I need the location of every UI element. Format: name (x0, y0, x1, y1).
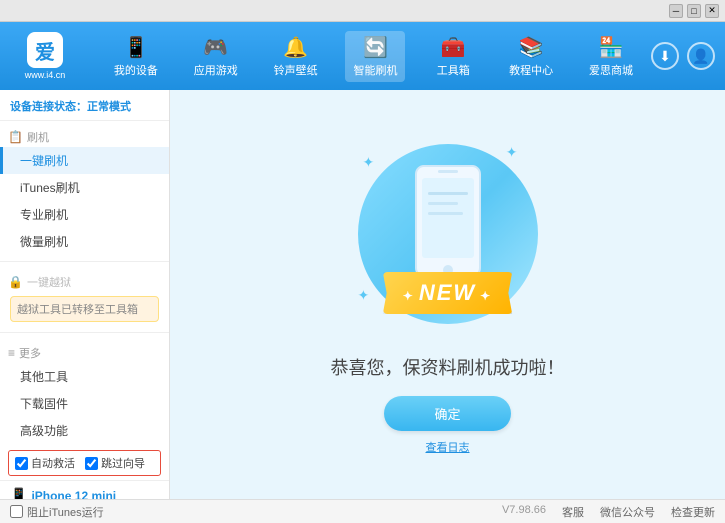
skip-wizard-label: 跳过向导 (101, 455, 145, 471)
ringtone-label: 铃声壁纸 (274, 62, 318, 78)
customer-service-link[interactable]: 客服 (562, 504, 584, 520)
my-device-icon: 📱 (123, 35, 148, 60)
sidebar-item-other-tools[interactable]: 其他工具 (0, 363, 169, 390)
sparkle-1: ✦ (363, 154, 375, 171)
main-nav: 📱 我的设备 🎮 应用游戏 🔔 铃声壁纸 🔄 智能刷机 🧰 工具箱 📚 教程中心… (96, 31, 651, 82)
logo-subtext: www.i4.cn (25, 70, 66, 80)
sidebar-item-pro-flash[interactable]: 专业刷机 (0, 201, 169, 228)
jailbreak-section-label: 一键越狱 (27, 274, 71, 290)
section-title-flash: 📋 刷机 (0, 127, 169, 147)
footer-left: 阻止iTunes运行 (10, 504, 486, 520)
sidebar-section-more: ≡ 更多 其他工具 下载固件 高级功能 (0, 337, 169, 446)
logo: 爱 www.i4.cn (10, 32, 80, 80)
sidebar-item-download-firmware[interactable]: 下载固件 (0, 390, 169, 417)
status-value: 正常模式 (87, 101, 131, 113)
checkbox-row: 自动救活 跳过向导 (8, 450, 161, 476)
sparkle-3: ✦ (358, 287, 370, 304)
confirm-button[interactable]: 确定 (384, 396, 510, 431)
nav-item-toolbox[interactable]: 🧰 工具箱 (425, 31, 481, 82)
tutorial-icon: 📚 (519, 35, 544, 60)
divider-2 (0, 332, 169, 333)
itunes-block-checkbox[interactable] (10, 505, 23, 518)
toolbox-icon: 🧰 (441, 35, 466, 60)
toolbox-label: 工具箱 (437, 62, 470, 78)
sidebar: 设备连接状态：正常模式 📋 刷机 一键刷机 iTunes刷机 专业刷机 微量刷机… (0, 90, 170, 499)
main-layout: 设备连接状态：正常模式 📋 刷机 一键刷机 iTunes刷机 专业刷机 微量刷机… (0, 90, 725, 499)
sidebar-section-jailbreak: 🔒 一键越狱 越狱工具已转移至工具箱 (0, 266, 169, 328)
secondary-link[interactable]: 查看日志 (426, 439, 470, 455)
itunes-status: 阻止iTunes运行 (27, 504, 104, 520)
title-bar: ─ □ ✕ (0, 0, 725, 22)
window-controls: ─ □ ✕ (669, 4, 719, 18)
header-right: ⬇ 👤 (651, 42, 715, 70)
download-button[interactable]: ⬇ (651, 42, 679, 70)
sidebar-item-one-click-flash[interactable]: 一键刷机 (0, 147, 169, 174)
more-section-label: 更多 (19, 345, 41, 361)
skip-wizard-checkbox[interactable] (85, 457, 98, 470)
smart-flash-label: 智能刷机 (353, 62, 397, 78)
minimize-button[interactable]: ─ (669, 4, 683, 18)
nav-item-my-device[interactable]: 📱 我的设备 (106, 31, 166, 82)
device-section: 📱 iPhone 12 mini 64GB Down-12mini-13,1 (0, 480, 169, 499)
store-icon: 🏪 (599, 35, 624, 60)
close-button[interactable]: ✕ (705, 4, 719, 18)
footer-right: V7.98.66 客服 微信公众号 检查更新 (502, 504, 715, 520)
new-badge: NEW (383, 272, 512, 314)
ringtone-icon: 🔔 (283, 35, 308, 60)
store-label: 爱思商城 (589, 62, 633, 78)
section-title-more: ≡ 更多 (0, 343, 169, 363)
app-game-label: 应用游戏 (194, 62, 238, 78)
nav-item-ringtone[interactable]: 🔔 铃声壁纸 (266, 31, 326, 82)
auto-rescue-label: 自动救活 (31, 455, 75, 471)
nav-item-app-game[interactable]: 🎮 应用游戏 (186, 31, 246, 82)
phone-icon: 📱 (10, 487, 27, 499)
skip-wizard-checkbox-label[interactable]: 跳过向导 (85, 455, 145, 471)
auto-rescue-checkbox[interactable] (15, 457, 28, 470)
logo-symbol: 爱 (35, 36, 55, 65)
status-label: 设备连接状态： (10, 101, 87, 113)
app-game-icon: 🎮 (203, 35, 228, 60)
success-graphic: ✦ ✦ ✦ NEW (348, 134, 548, 334)
nav-item-store[interactable]: 🏪 爱思商城 (581, 31, 641, 82)
nav-item-tutorial[interactable]: 📚 教程中心 (501, 31, 561, 82)
divider-1 (0, 261, 169, 262)
header: 爱 www.i4.cn 📱 我的设备 🎮 应用游戏 🔔 铃声壁纸 🔄 智能刷机 … (0, 22, 725, 90)
sidebar-item-micro-flash[interactable]: 微量刷机 (0, 228, 169, 255)
more-icon: ≡ (8, 346, 15, 360)
sparkle-2: ✦ (506, 144, 518, 161)
section-title-jailbreak: 🔒 一键越狱 (0, 272, 169, 292)
jailbreak-notice: 越狱工具已转移至工具箱 (10, 296, 159, 322)
success-message: 恭喜您，保资料刷机成功啦！ (331, 354, 565, 380)
lock-icon: 🔒 (8, 275, 23, 289)
wechat-link[interactable]: 微信公众号 (600, 504, 655, 520)
sidebar-section-flash: 📋 刷机 一键刷机 iTunes刷机 专业刷机 微量刷机 (0, 121, 169, 257)
flash-section-label: 刷机 (27, 129, 49, 145)
version: V7.98.66 (502, 504, 546, 520)
user-button[interactable]: 👤 (687, 42, 715, 70)
smart-flash-icon: 🔄 (363, 35, 388, 60)
flash-section-icon: 📋 (8, 130, 23, 144)
status-bar: 设备连接状态：正常模式 (0, 94, 169, 121)
sidebar-item-itunes-flash[interactable]: iTunes刷机 (0, 174, 169, 201)
auto-rescue-checkbox-label[interactable]: 自动救活 (15, 455, 75, 471)
content-area: ✦ ✦ ✦ NEW 恭喜您，保资料刷机成功啦！ 确定 查看日志 (170, 90, 725, 499)
nav-item-smart-flash[interactable]: 🔄 智能刷机 (345, 31, 405, 82)
sidebar-item-advanced[interactable]: 高级功能 (0, 417, 169, 444)
tutorial-label: 教程中心 (509, 62, 553, 78)
logo-icon: 爱 (27, 32, 63, 68)
footer: 阻止iTunes运行 V7.98.66 客服 微信公众号 检查更新 (0, 499, 725, 523)
maximize-button[interactable]: □ (687, 4, 701, 18)
device-name: iPhone 12 mini (31, 489, 116, 500)
check-update-link[interactable]: 检查更新 (671, 504, 715, 520)
my-device-label: 我的设备 (114, 62, 158, 78)
